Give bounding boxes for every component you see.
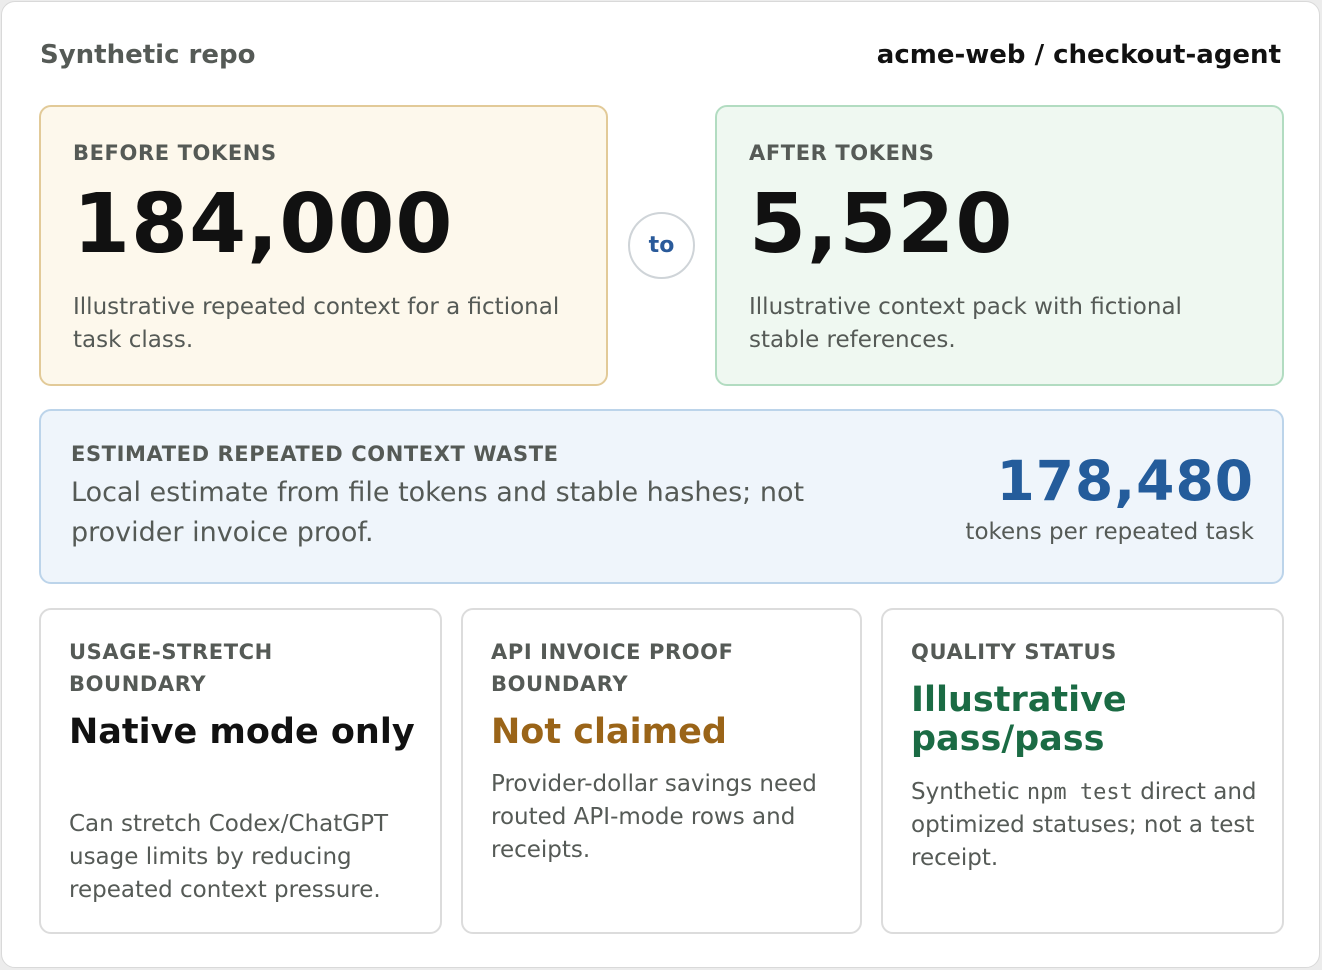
api-invoice-headline: Not claimed	[491, 712, 727, 752]
to-connector: to	[628, 212, 695, 279]
context-waste-unit: tokens per repeated task	[965, 519, 1254, 545]
context-waste-card: ESTIMATED REPEATED CONTEXT WASTE Local e…	[39, 409, 1284, 584]
context-waste-description: Local estimate from file tokens and stab…	[71, 477, 805, 548]
usage-stretch-headline: Native mode only	[69, 712, 415, 752]
quality-desc-pre: Synthetic	[911, 779, 1020, 805]
context-waste-label: ESTIMATED REPEATED CONTEXT WASTE	[71, 442, 559, 466]
before-tokens-card: BEFORE TOKENS 184,000 Illustrative repea…	[39, 105, 608, 386]
after-tokens-label: AFTER TOKENS	[749, 141, 935, 165]
quality-status-card: QUALITY STATUS Illustrative pass/pass Sy…	[881, 608, 1284, 934]
usage-stretch-description: Can stretch Codex/ChatGPT usage limits b…	[69, 811, 389, 903]
api-invoice-card: API INVOICE PROOF BOUNDARY Not claimed P…	[461, 608, 862, 934]
after-tokens-card: AFTER TOKENS 5,520 Illustrative context …	[715, 105, 1284, 386]
context-waste-value: 178,480	[996, 449, 1254, 513]
after-tokens-value: 5,520	[749, 177, 1014, 272]
before-tokens-label: BEFORE TOKENS	[73, 141, 277, 165]
quality-status-headline: Illustrative pass/pass	[911, 680, 1127, 759]
after-tokens-description: Illustrative context pack with fictional…	[749, 294, 1182, 353]
summary-panel: Synthetic repo acme-web / checkout-agent…	[1, 1, 1320, 968]
before-tokens-value: 184,000	[73, 177, 454, 272]
usage-stretch-label: USAGE-STRETCH BOUNDARY	[69, 640, 273, 696]
api-invoice-description: Provider-dollar savings need routed API-…	[491, 771, 817, 863]
quality-status-description: Synthetic npm test direct and optimized …	[911, 776, 1271, 875]
repo-name: acme-web / checkout-agent	[876, 40, 1281, 70]
usage-stretch-card: USAGE-STRETCH BOUNDARY Native mode only …	[39, 608, 442, 934]
api-invoice-label: API INVOICE PROOF BOUNDARY	[491, 640, 734, 696]
quality-desc-code: npm test	[1026, 780, 1133, 805]
before-tokens-description: Illustrative repeated context for a fict…	[73, 294, 560, 353]
repo-label: Synthetic repo	[40, 40, 256, 70]
quality-status-label: QUALITY STATUS	[911, 640, 1117, 664]
